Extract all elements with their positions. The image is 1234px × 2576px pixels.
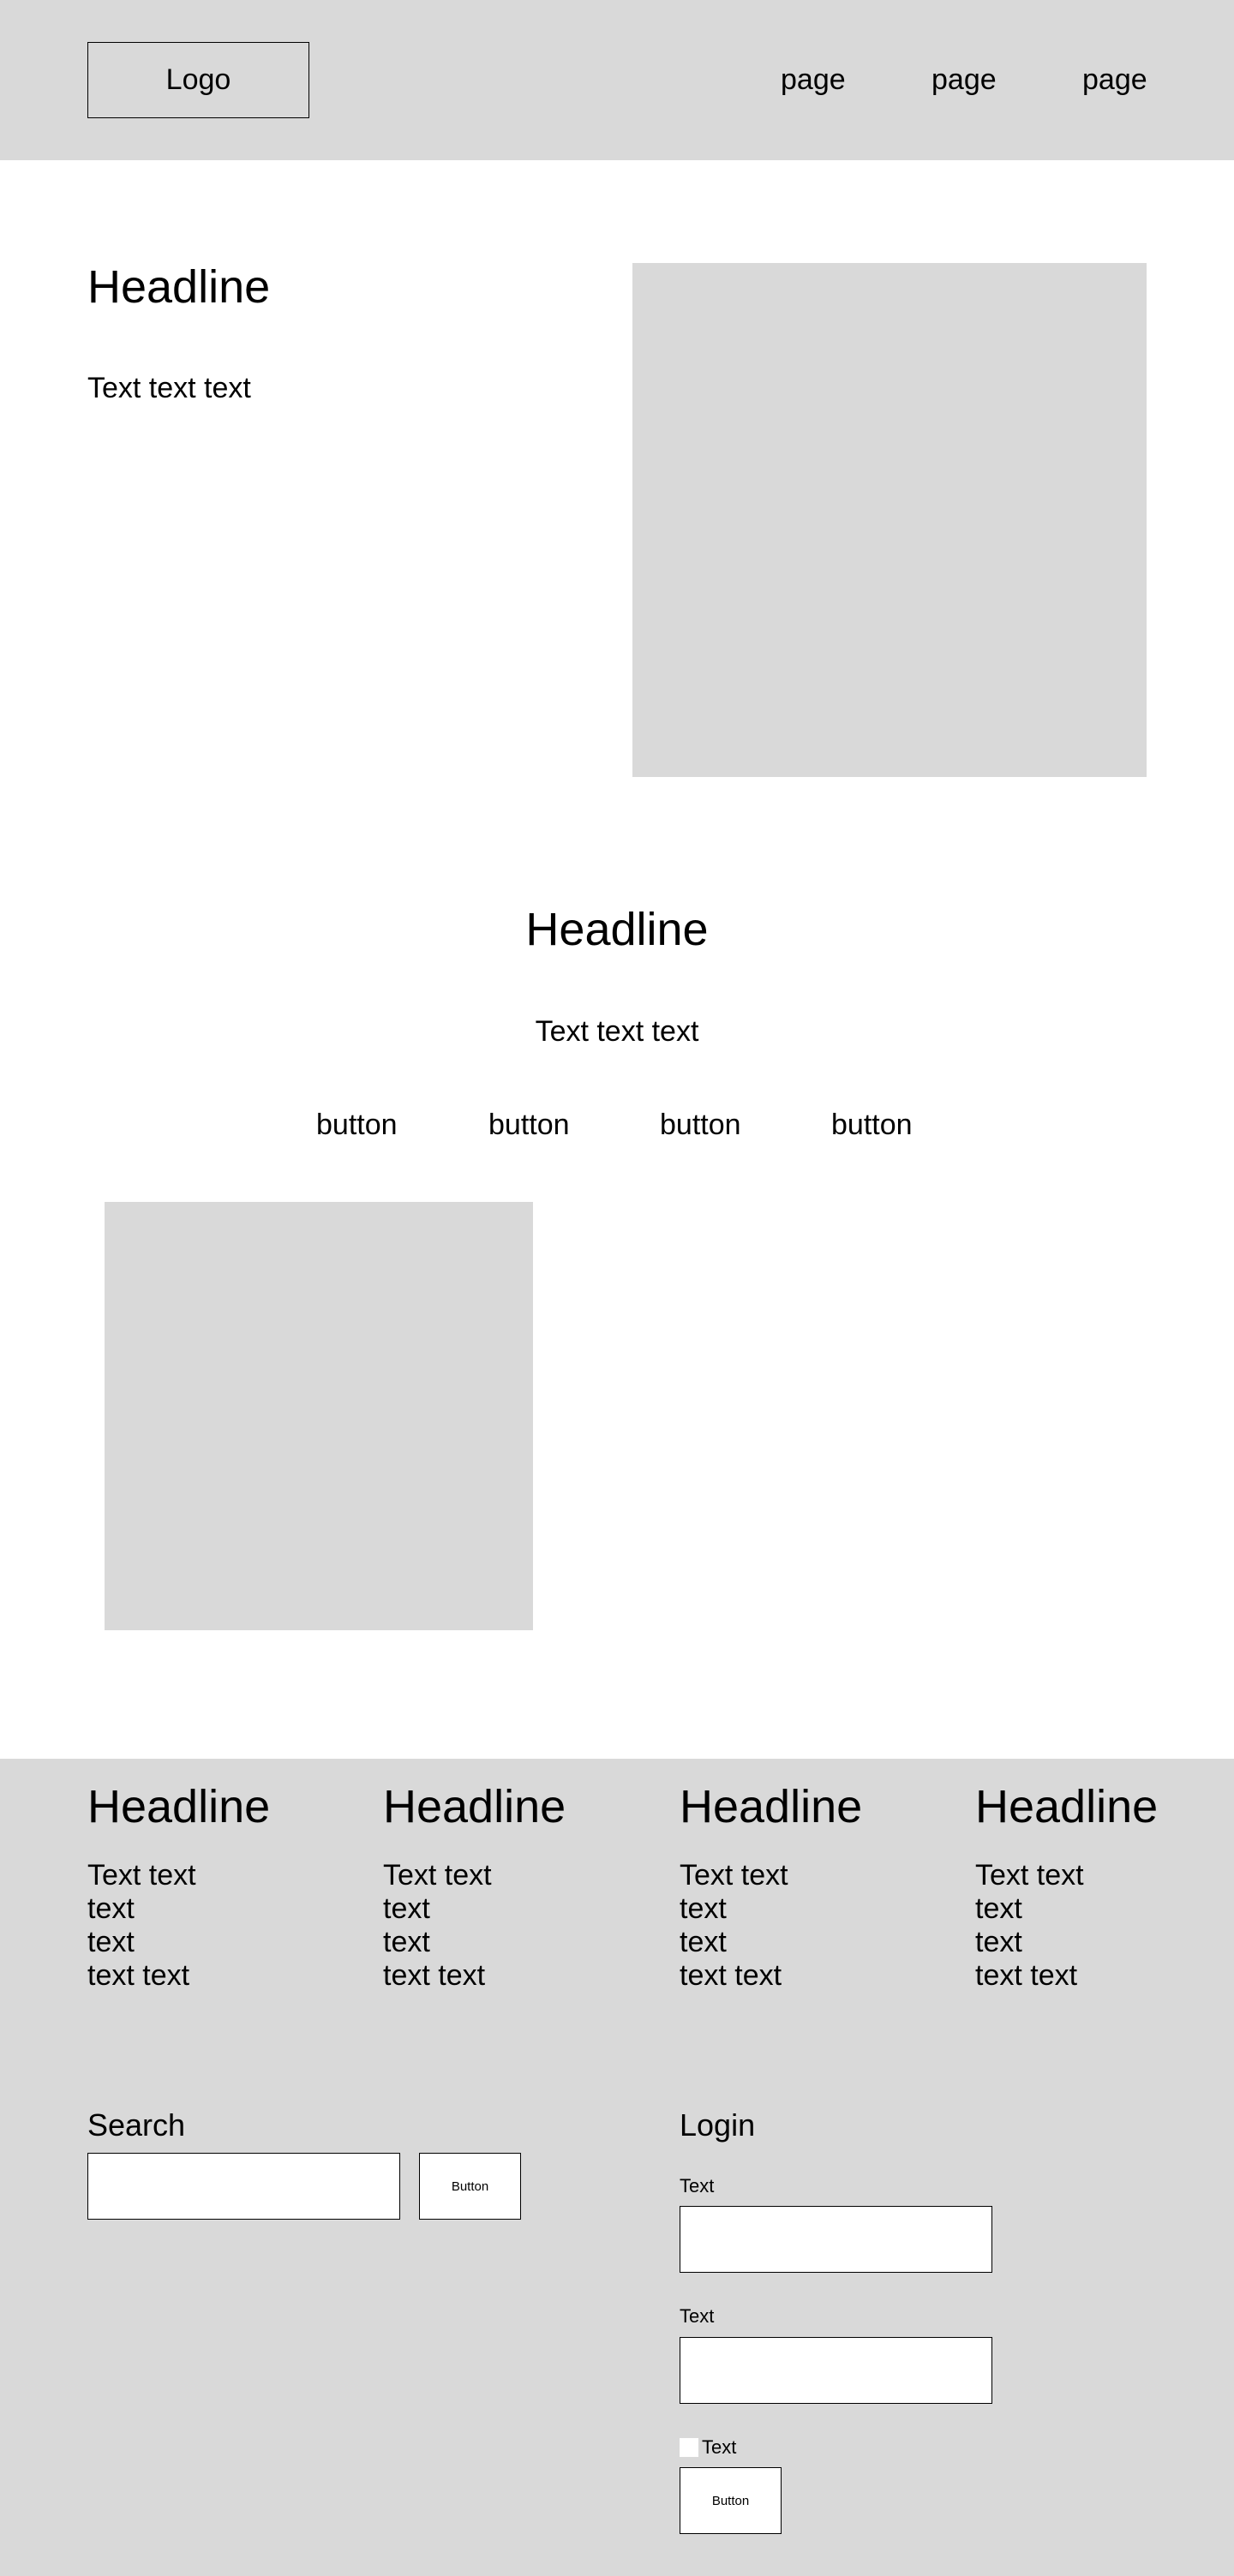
footer-column-text: Text text text text text text [383, 1859, 606, 1993]
login-button[interactable]: Button [680, 2467, 782, 2534]
section-text: Text text text [535, 1015, 699, 1048]
footer-column-line: text [87, 1926, 135, 1958]
footer-column-3: Headline Text text text text text text [680, 1773, 902, 1993]
logo[interactable]: Logo [87, 42, 309, 118]
footer-column-headline: Headline [975, 1781, 1159, 1832]
footer-column-line: text text [383, 1959, 486, 1992]
footer-column-line: text text [680, 1959, 782, 1992]
section-headline: Headline [525, 904, 709, 955]
footer-column-line: Text text [680, 1859, 788, 1892]
login-field-1-label: Text [680, 2175, 715, 2196]
section-image-placeholder [105, 1202, 533, 1630]
footer-column-line: Text text [383, 1859, 492, 1892]
footer-column-headline: Headline [680, 1781, 863, 1832]
hero-headline: Headline [87, 261, 271, 313]
nav-link-page-3[interactable]: page [1082, 60, 1147, 99]
login-field-1-input[interactable] [680, 2206, 992, 2273]
footer-column-line: text text [87, 1959, 190, 1992]
footer-column-line: text [680, 1926, 727, 1958]
footer-column-4: Headline Text text text text text text [975, 1773, 1198, 1993]
footer-column-line: text text [975, 1959, 1078, 1992]
footer-column-line: text [680, 1892, 727, 1925]
footer-column-headline: Headline [87, 1781, 271, 1832]
footer-column-text: Text text text text text text [680, 1859, 902, 1993]
hero-image-placeholder [632, 263, 1147, 777]
login-field-2-input[interactable] [680, 2337, 992, 2404]
footer-column-2: Headline Text text text text text text [383, 1773, 606, 1993]
search-title: Search [87, 2107, 186, 2143]
footer-column-line: text [383, 1892, 430, 1925]
remember-checkbox-label: Text [702, 2436, 737, 2458]
footer-column-line: Text text [975, 1859, 1084, 1892]
footer-column-line: text [975, 1926, 1022, 1958]
remember-checkbox[interactable] [680, 2438, 698, 2457]
login-field-2-label: Text [680, 2305, 715, 2327]
footer-column-line: text [87, 1892, 135, 1925]
section-button-3[interactable]: button [660, 1105, 741, 1145]
nav-link-page-1[interactable]: page [781, 60, 846, 99]
nav-link-page-2[interactable]: page [931, 60, 997, 99]
footer-column-text: Text text text text text text [87, 1859, 310, 1993]
section-button-2[interactable]: button [488, 1105, 570, 1145]
logo-label: Logo [165, 63, 231, 96]
login-title: Login [680, 2107, 756, 2143]
footer-column-line: text [975, 1892, 1022, 1925]
search-button[interactable]: Button [419, 2153, 521, 2220]
footer-column-line: text [383, 1926, 430, 1958]
footer-column-line: Text text [87, 1859, 196, 1892]
login-button-label: Button [711, 2493, 750, 2508]
search-input[interactable] [87, 2153, 400, 2220]
section-button-1[interactable]: button [316, 1105, 398, 1145]
footer-column-headline: Headline [383, 1781, 566, 1832]
footer-column-text: Text text text text text text [975, 1859, 1198, 1993]
hero-text: Text text text [87, 372, 251, 404]
search-button-label: Button [451, 2179, 489, 2194]
section-button-4[interactable]: button [831, 1105, 913, 1145]
footer-column-1: Headline Text text text text text text [87, 1773, 310, 1993]
